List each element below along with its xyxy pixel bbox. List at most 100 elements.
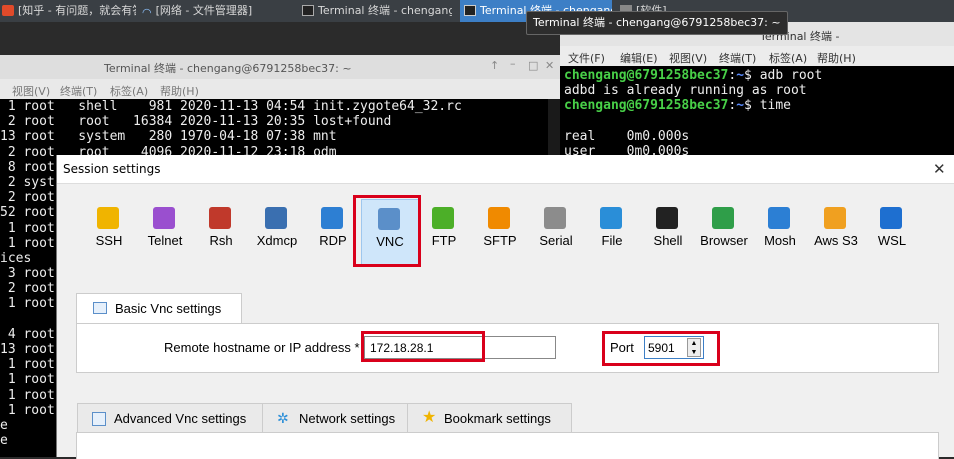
ftp-icon (432, 207, 454, 229)
session-type-file[interactable]: File (584, 199, 640, 265)
session-type-label: File (601, 233, 623, 248)
highlight-box-hostname (361, 331, 485, 362)
menu-edit[interactable]: 编辑(E) (620, 50, 658, 66)
star-icon: ★ (422, 409, 437, 426)
command-line: adb root (759, 68, 823, 83)
menu-file[interactable]: 文件(F) (568, 50, 605, 66)
taskbar-item-terminal-1[interactable]: Terminal 终端 - chengang… (302, 0, 452, 22)
session-type-telnet[interactable]: Telnet (137, 199, 193, 265)
taskbar-item-zhihu[interactable]: [知乎 - 有问题，就会有答… (2, 0, 136, 22)
session-type-label: Shell (653, 233, 683, 248)
hostname-label: Remote hostname or IP address * (164, 340, 360, 355)
dialog-titlebar: Session settings ✕ (57, 155, 954, 184)
menu-help[interactable]: 帮助(H) (817, 50, 856, 66)
right-terminal-output[interactable]: chengang@6791258bec37:~$ adb root adbd i… (564, 68, 822, 159)
menu-view[interactable]: 视图(V) (12, 83, 50, 99)
prompt-user: chengang@6791258bec37 (564, 68, 729, 83)
taskbar-item-label: [网络 - 文件管理器] (155, 4, 253, 17)
vnc-icon (93, 302, 107, 314)
highlight-box-vnc (353, 195, 421, 267)
menu-view[interactable]: 视图(V) (669, 50, 707, 66)
right-terminal-menubar: 文件(F) 编辑(E) 视图(V) 终端(T) 标签(A) 帮助(H) (560, 46, 954, 66)
menu-terminal[interactable]: 终端(T) (719, 50, 756, 66)
session-type-label: Mosh (764, 233, 796, 248)
menu-tabs[interactable]: 标签(A) (110, 83, 148, 99)
terminal-line: 2 root root 16384 2020-11-13 20:35 lost+… (0, 114, 392, 130)
close-icon[interactable]: ✕ (933, 160, 946, 178)
telnet-icon (153, 207, 175, 229)
session-type-label: Telnet (147, 233, 183, 248)
left-terminal-title: Terminal 终端 - chengang@6791258bec37: ~ (104, 62, 352, 75)
terminal-line: 1 root shell 981 2020-11-13 04:54 init.z… (0, 99, 462, 114)
tab-advanced-vnc-settings[interactable]: Advanced Vnc settings (77, 403, 263, 433)
rsh-icon (209, 207, 231, 229)
aws-s3-icon (824, 207, 846, 229)
session-type-serial[interactable]: Serial (528, 199, 584, 265)
tab-network-settings[interactable]: ✲ Network settings (262, 403, 408, 433)
tab-label: Network settings (299, 411, 396, 426)
session-type-label: Xdmcp (256, 233, 298, 248)
session-type-label: WSL (877, 233, 907, 248)
session-type-mosh[interactable]: Mosh (752, 199, 808, 265)
output-line: adbd is already running as root (564, 83, 807, 99)
session-type-label: Browser (700, 233, 748, 248)
prompt-user: chengang@6791258bec37 (564, 98, 729, 114)
ssh-icon (97, 207, 119, 229)
session-type-ssh[interactable]: SSH (81, 199, 137, 265)
session-type-label: Rsh (209, 233, 233, 248)
menu-help[interactable]: 帮助(H) (160, 83, 199, 99)
restore-icon[interactable]: □ (528, 59, 538, 72)
taskbar-item-label: [知乎 - 有问题，就会有答… (18, 4, 136, 17)
left-terminal-titlebar: Terminal 终端 - chengang@6791258bec37: ~ ↑… (0, 55, 560, 79)
wifi-icon: ◠ (142, 6, 152, 19)
session-type-wsl[interactable]: WSL (864, 199, 920, 265)
session-type-aws-s3[interactable]: Aws S3 (808, 199, 864, 265)
xdmcp-icon (265, 207, 287, 229)
menu-terminal[interactable]: 终端(T) (60, 83, 97, 99)
highlight-box-port (602, 331, 720, 366)
session-type-label: SFTP (483, 233, 517, 248)
browser-icon (712, 207, 734, 229)
tab-label: Basic Vnc settings (115, 301, 222, 316)
terminal-line: 13 root system 280 1970-04-18 07:38 mnt (0, 129, 337, 145)
menu-tabs[interactable]: 标签(A) (769, 50, 807, 66)
session-type-browser[interactable]: Browser (696, 199, 752, 265)
terminal-icon (464, 5, 476, 16)
lower-settings-panel (76, 432, 939, 459)
command-line: time (759, 98, 791, 114)
network-icon: ✲ (277, 410, 289, 426)
file-icon (600, 207, 622, 229)
tab-label: Advanced Vnc settings (114, 411, 247, 426)
session-type-sftp[interactable]: SFTP (472, 199, 528, 265)
tooltip: Terminal 终端 - chengang@6791258bec37: ~ (526, 11, 788, 35)
session-type-label: Aws S3 (814, 233, 858, 248)
browser-icon (2, 5, 14, 16)
wsl-icon (880, 207, 902, 229)
terminal-icon (302, 5, 314, 16)
prompt-path: ~ (736, 68, 745, 83)
taskbar-item-file-manager[interactable]: ◠ [网络 - 文件管理器] (142, 0, 292, 22)
dialog-title: Session settings (63, 162, 161, 176)
shell-icon (656, 207, 678, 229)
minimize-icon[interactable]: – (510, 57, 516, 70)
session-type-ftp[interactable]: FTP (416, 199, 472, 265)
session-type-rsh[interactable]: Rsh (193, 199, 249, 265)
left-terminal-menubar: 视图(V) 终端(T) 标签(A) 帮助(H) (0, 79, 560, 99)
serial-icon (544, 207, 566, 229)
tab-bookmark-settings[interactable]: ★ Bookmark settings (407, 403, 572, 433)
tab-basic-vnc-settings[interactable]: Basic Vnc settings (76, 293, 242, 324)
rdp-icon (321, 207, 343, 229)
session-type-label: Serial (539, 233, 573, 248)
session-type-shell[interactable]: Shell (640, 199, 696, 265)
tab-label: Bookmark settings (444, 411, 551, 426)
session-type-label: FTP (431, 233, 457, 248)
taskbar: [知乎 - 有问题，就会有答… ◠[网络 - 文件管理器] Terminal 终… (0, 0, 954, 22)
output-value: 0m0.000s (626, 128, 690, 144)
session-type-xdmcp[interactable]: Xdmcp (249, 199, 305, 265)
output-label: real (564, 128, 596, 144)
maximize-icon[interactable]: ↑ (490, 59, 499, 72)
vnc-icon (92, 412, 106, 426)
taskbar-item-label: Terminal 终端 - chengang… (318, 4, 452, 17)
session-settings-dialog: Session settings ✕ SSH Telnet Rsh Xdmcp RDP V… (56, 155, 954, 459)
close-icon[interactable]: ✕ (545, 59, 554, 72)
